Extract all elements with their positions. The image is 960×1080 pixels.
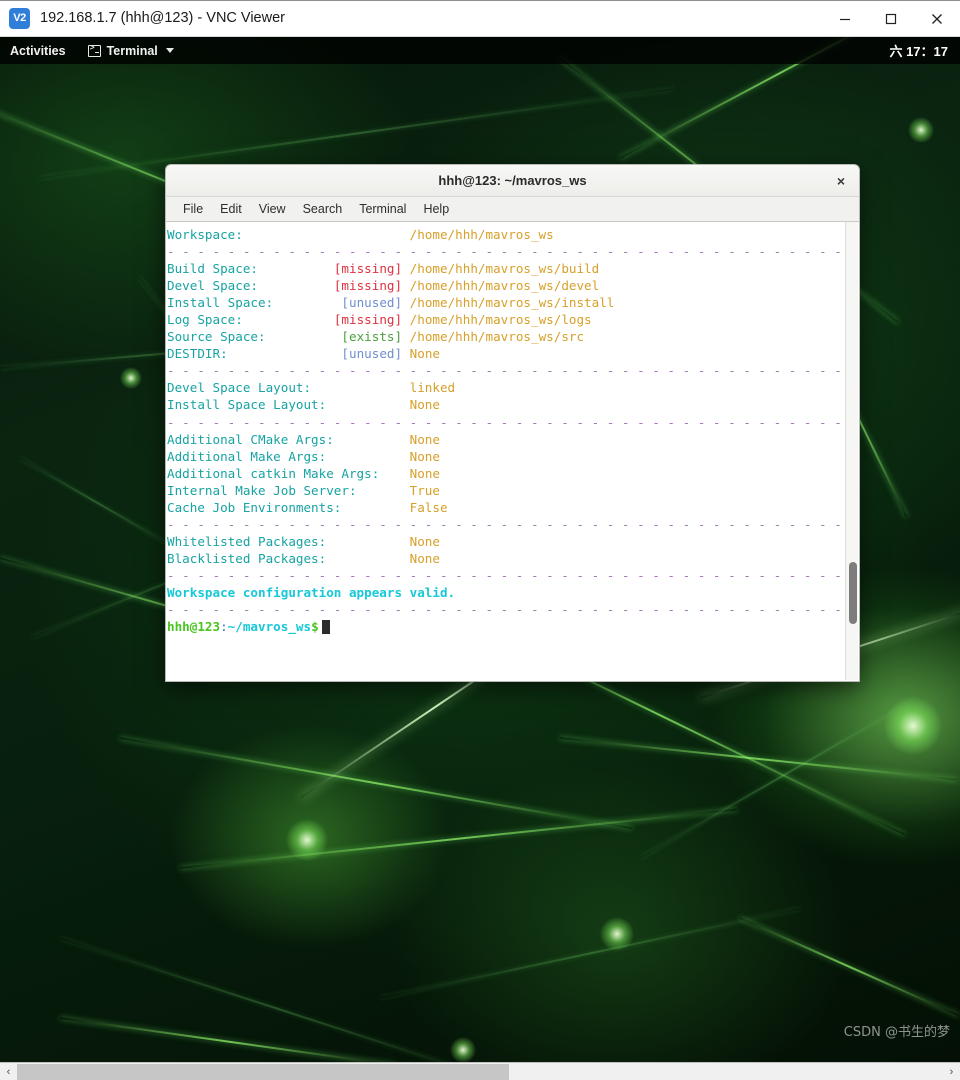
terminal-separator-line: - - - - - - - - - - - - - - - - - - - - …	[167, 567, 857, 583]
terminal-config-row: Build Space: [missing] /home/hhh/mavros_…	[167, 261, 600, 277]
gnome-terminal-window: hhh@123: ~/mavros_ws × File Edit View Se…	[165, 164, 860, 682]
terminal-config-row: Additional Make Args: None	[167, 448, 440, 464]
close-icon[interactable]	[914, 0, 960, 37]
terminal-prompt-line[interactable]: hhh@123:~/mavros_ws$	[167, 618, 845, 635]
scroll-right-arrow-icon[interactable]: ›	[943, 1063, 960, 1080]
terminal-config-row: Source Space: [exists] /home/hhh/mavros_…	[167, 329, 585, 345]
terminal-config-row: Log Space: [missing] /home/hhh/mavros_ws…	[167, 312, 592, 328]
terminal-config-row: Internal Make Job Server: True	[167, 482, 440, 498]
menu-search[interactable]: Search	[296, 200, 350, 218]
terminal-config-row: Additional catkin Make Args: None	[167, 465, 440, 481]
scrollbar-track[interactable]	[17, 1062, 960, 1080]
vnc-window-title: 192.168.1.7 (hhh@123) - VNC Viewer	[40, 10, 285, 26]
terminal-separator-line: - - - - - - - - - - - - - - - - - - - - …	[167, 363, 857, 379]
scroll-left-arrow-icon[interactable]: ‹	[0, 1063, 17, 1080]
terminal-window-title: hhh@123: ~/mavros_ws	[438, 173, 587, 188]
chevron-down-icon	[165, 48, 174, 53]
terminal-body[interactable]: Workspace: /home/hhh/mavros_ws - - - - - …	[165, 222, 860, 682]
terminal-icon	[87, 43, 101, 57]
terminal-cursor	[321, 620, 330, 635]
terminal-scroll-thumb[interactable]	[848, 562, 857, 624]
terminal-menubar: File Edit View Search Terminal Help	[165, 196, 860, 222]
terminal-output[interactable]: Workspace: /home/hhh/mavros_ws - - - - - …	[166, 222, 857, 681]
remote-desktop-viewport[interactable]: Activities Terminal 六 17：17 hhh@123: ~/m…	[0, 37, 960, 1062]
terminal-config-row: DESTDIR: [unused] None	[167, 346, 441, 362]
terminal-vertical-scrollbar[interactable]	[845, 222, 858, 680]
app-menu-label: Terminal	[106, 43, 158, 58]
vnc-horizontal-scrollbar[interactable]: ‹ ›	[0, 1062, 960, 1080]
gnome-clock[interactable]: 六 17：17	[889, 37, 948, 64]
terminal-config-row: Workspace: /home/hhh/mavros_ws	[167, 227, 554, 242]
terminal-config-row: Devel Space: [missing] /home/hhh/mavros_…	[167, 278, 600, 294]
menu-help[interactable]: Help	[416, 200, 456, 218]
minimize-icon[interactable]	[822, 0, 868, 37]
terminal-separator-line: - - - - - - - - - - - - - - - - - - - - …	[167, 414, 857, 430]
vnc-viewer-window: V2 192.168.1.7 (hhh@123) - VNC Viewer Ac…	[0, 0, 960, 1080]
window-controls	[822, 0, 960, 37]
terminal-config-row: Devel Space Layout: linked	[167, 380, 456, 396]
vnc-logo-icon: V2	[9, 7, 30, 29]
maximize-icon[interactable]	[868, 0, 914, 37]
terminal-config-row: Whitelisted Packages: None	[167, 533, 440, 549]
menu-terminal[interactable]: Terminal	[352, 200, 413, 218]
menu-view[interactable]: View	[252, 200, 293, 218]
gnome-top-panel: Activities Terminal 六 17：17	[0, 37, 960, 64]
scrollbar-thumb[interactable]	[17, 1063, 509, 1080]
menu-file[interactable]: File	[176, 200, 210, 218]
terminal-config-row: Additional CMake Args: None	[167, 431, 440, 447]
terminal-config-row: Install Space: [unused] /home/hhh/mavros…	[167, 295, 615, 311]
app-menu-terminal[interactable]: Terminal	[87, 43, 174, 58]
terminal-separator-line: - - - - - - - - - - - - - - - - - - - - …	[167, 602, 857, 618]
terminal-config-row: Blacklisted Packages: None	[167, 550, 440, 566]
terminal-status-line: Workspace configuration appears valid.	[167, 584, 456, 600]
terminal-titlebar[interactable]: hhh@123: ~/mavros_ws ×	[165, 164, 860, 196]
vnc-titlebar: V2 192.168.1.7 (hhh@123) - VNC Viewer	[0, 0, 960, 37]
activities-button[interactable]: Activities	[10, 44, 66, 58]
terminal-config-row: Install Space Layout: None	[167, 397, 440, 413]
menu-edit[interactable]: Edit	[213, 200, 249, 218]
terminal-config-row: Cache Job Environments: False	[167, 499, 448, 515]
terminal-separator-line: - - - - - - - - - - - - - - - - - - - - …	[167, 516, 857, 532]
terminal-close-icon[interactable]: ×	[833, 173, 849, 189]
terminal-separator-line: - - - - - - - - - - - - - - - - - - - - …	[167, 244, 857, 260]
